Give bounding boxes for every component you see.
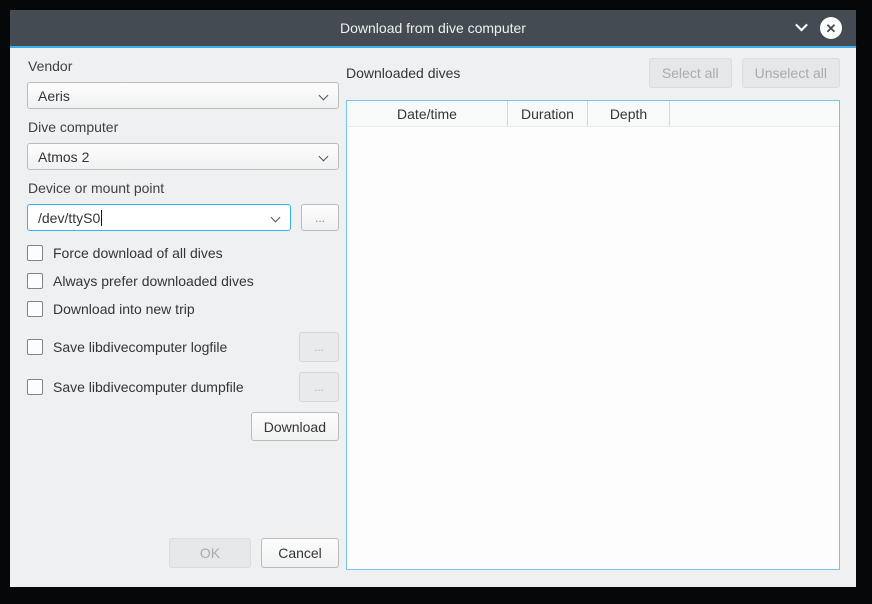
save-dumpfile-row: Save libdivecomputer dumpfile ... bbox=[27, 372, 339, 402]
dives-table-header: Date/time Duration Depth bbox=[347, 101, 839, 127]
vendor-select[interactable]: Aeris bbox=[27, 82, 339, 109]
vendor-label: Vendor bbox=[28, 58, 339, 74]
download-row: Download bbox=[27, 412, 339, 441]
prefer-downloaded-row: Always prefer downloaded dives bbox=[27, 272, 339, 290]
device-row: /dev/ttyS0 ... bbox=[27, 204, 339, 231]
cancel-button[interactable]: Cancel bbox=[261, 538, 339, 568]
dialog-content: Vendor Aeris Dive computer Atmos 2 Devic… bbox=[10, 48, 856, 587]
connection-panel: Vendor Aeris Dive computer Atmos 2 Devic… bbox=[27, 58, 339, 441]
unselect-all-button: Unselect all bbox=[742, 58, 840, 88]
close-icon: ✕ bbox=[826, 22, 837, 35]
downloaded-dives-title: Downloaded dives bbox=[346, 65, 460, 81]
new-trip-label[interactable]: Download into new trip bbox=[53, 301, 195, 317]
chevron-down-icon bbox=[319, 152, 329, 162]
dive-computer-label: Dive computer bbox=[28, 119, 339, 135]
column-header-blank[interactable] bbox=[670, 101, 839, 126]
downloaded-dives-panel: Downloaded dives Select all Unselect all… bbox=[346, 58, 840, 570]
dive-computer-select[interactable]: Atmos 2 bbox=[27, 143, 339, 170]
column-header-duration[interactable]: Duration bbox=[508, 101, 588, 126]
dives-table[interactable]: Date/time Duration Depth bbox=[346, 100, 840, 570]
logfile-browse-button: ... bbox=[299, 332, 339, 362]
force-download-checkbox[interactable] bbox=[27, 245, 43, 261]
window-title: Download from dive computer bbox=[10, 20, 856, 36]
new-trip-row: Download into new trip bbox=[27, 300, 339, 318]
column-header-depth[interactable]: Depth bbox=[588, 101, 670, 126]
vendor-value: Aeris bbox=[38, 88, 70, 104]
chevron-down-icon bbox=[319, 91, 329, 101]
prefer-downloaded-label[interactable]: Always prefer downloaded dives bbox=[53, 273, 254, 289]
dumpfile-browse-button: ... bbox=[299, 372, 339, 402]
force-download-row: Force download of all dives bbox=[27, 244, 339, 262]
save-logfile-checkbox[interactable] bbox=[27, 339, 43, 355]
text-cursor bbox=[101, 210, 102, 226]
close-button[interactable]: ✕ bbox=[820, 17, 842, 39]
dives-table-body[interactable] bbox=[347, 127, 839, 569]
prefer-downloaded-checkbox[interactable] bbox=[27, 273, 43, 289]
download-button[interactable]: Download bbox=[251, 412, 339, 441]
device-browse-button[interactable]: ... bbox=[301, 204, 339, 231]
dive-computer-value: Atmos 2 bbox=[38, 149, 89, 165]
device-label: Device or mount point bbox=[28, 180, 339, 196]
dialog-buttons: OK Cancel bbox=[27, 538, 339, 568]
shade-button[interactable] bbox=[797, 26, 806, 31]
ok-button: OK bbox=[169, 538, 251, 568]
column-header-datetime[interactable]: Date/time bbox=[347, 101, 508, 126]
new-trip-checkbox[interactable] bbox=[27, 301, 43, 317]
save-logfile-label[interactable]: Save libdivecomputer logfile bbox=[53, 339, 227, 355]
downloaded-dives-header: Downloaded dives Select all Unselect all bbox=[346, 58, 840, 88]
titlebar[interactable]: Download from dive computer ✕ bbox=[10, 10, 856, 46]
download-dialog-window: Download from dive computer ✕ Vendor Aer… bbox=[10, 10, 856, 587]
device-input[interactable]: /dev/ttyS0 bbox=[27, 204, 291, 231]
save-logfile-row: Save libdivecomputer logfile ... bbox=[27, 332, 339, 362]
save-dumpfile-label[interactable]: Save libdivecomputer dumpfile bbox=[53, 379, 244, 395]
titlebar-controls: ✕ bbox=[797, 10, 842, 46]
save-dumpfile-checkbox[interactable] bbox=[27, 379, 43, 395]
device-value: /dev/ttyS0 bbox=[38, 210, 100, 226]
chevron-down-icon bbox=[795, 18, 808, 31]
force-download-label[interactable]: Force download of all dives bbox=[53, 245, 223, 261]
select-all-button: Select all bbox=[649, 58, 732, 88]
chevron-down-icon bbox=[271, 213, 281, 223]
